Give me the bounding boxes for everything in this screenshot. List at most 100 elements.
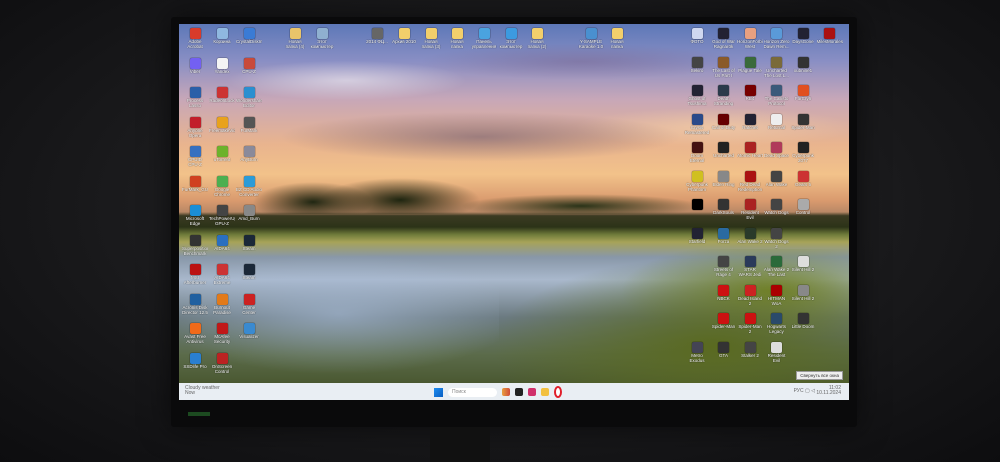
desktop-icon[interactable]: Новая папка (2) [524,28,550,49]
desktop-icon[interactable]: Amd_Burn [236,205,262,226]
desktop-icon[interactable]: CPUID CPU-Z [182,146,208,167]
desktop-icon[interactable]: TechPowerUp GPU-Z [209,205,235,226]
clock[interactable]: 11:02 10.11.2024 [816,386,841,396]
desktop-icon[interactable]: MilesMorales [817,28,843,49]
desktop-icon[interactable]: Viber [182,57,208,79]
file-explorer-icon[interactable] [541,388,549,396]
desktop-icon[interactable]: FurMark [236,116,262,138]
desktop-icon[interactable]: Dead Island 2 [737,284,763,306]
desktop-icon[interactable]: Forza [711,227,737,249]
desktop-icon[interactable]: Burnout Paradise [209,293,235,315]
desktop-icon[interactable]: Ratchet [737,113,763,135]
desktop-icon[interactable]: Anyone Opera [182,116,208,138]
app-l-icon[interactable] [515,388,523,396]
desktop-icon[interactable]: Spider-Man [790,113,816,135]
desktop-icon[interactable]: Atomic Heart [737,142,763,163]
desktop-icon[interactable]: Doom Eternal [684,142,710,163]
desktop-icon[interactable]: FreemakeVideo [209,116,235,138]
desktop-icon[interactable]: Alan Wake [764,170,790,192]
desktop-icon[interactable]: EZ CD Audio Converter [236,175,262,197]
desktop-icon[interactable]: McAfee Security [209,323,235,344]
desktop-icon[interactable]: Horizon Zero Dawn Rem... [764,28,790,49]
app-pink-icon[interactable] [528,388,536,396]
desktop-icon[interactable]: Game Center [236,293,262,315]
desktop-icon[interactable]: Hogwarts Legacy [764,313,790,334]
desktop-icon[interactable]: Returnal [764,113,790,135]
desktop-icon[interactable]: Spider-Man 2 [737,313,763,334]
desktop-icon[interactable]: CPU-Z [236,57,262,79]
desktop-icon[interactable]: Новая папка [604,28,630,49]
desktop-icon[interactable]: OnScreen Control [209,352,235,374]
desktop-icon[interactable]: Steam [236,234,262,256]
desktop-icon[interactable]: God of War Ragnarök [711,28,737,49]
desktop-icon[interactable]: CrystalDiskInfo [236,28,262,49]
desktop-icon[interactable]: HITMAN WoA [764,284,790,306]
desktop-icon[interactable]: Steam [236,264,262,285]
desktop-icon[interactable]: Watch Dogs 2 [764,227,790,249]
desktop-icon[interactable]: Plague Tale [737,56,763,78]
desktop-icon[interactable]: Wondershare Editor [236,87,262,108]
desktop-icon[interactable]: Google Chrome [209,175,235,197]
desktop-icon[interactable]: AIDA64 [209,234,235,256]
desktop-icon[interactable]: Avast Free Antivirus [182,323,208,344]
desktop-icon[interactable]: Uncharted [711,142,737,163]
desktop-icon[interactable]: Call of Duty [711,113,737,135]
desktop-icon[interactable]: Gears 5 [790,170,816,192]
desktop-icon[interactable]: Microsoft Edge [182,205,208,226]
desktop-icon[interactable]: Y-SAMPLE Karaoke 1.0 [578,28,604,49]
desktop-icon[interactable]: The Callisto Protocol [764,85,790,106]
desktop-icon[interactable]: Spider-Man [711,313,737,334]
desktop-icon[interactable]: Sekiro [684,56,710,78]
desktop-icon[interactable]: The Last of Us Part I [711,56,737,78]
desktop-icon[interactable]: RE4 [737,85,763,106]
desktop-icon[interactable]: Metro Exodus [684,341,710,363]
desktop-icon[interactable]: FurMark_GUI [182,175,208,197]
desktop-icon[interactable]: Alan Wake 2 [737,227,763,249]
desktop-icon[interactable]: STAR WARS Jedi Survivor [737,256,763,277]
desktop-icon[interactable]: uTorrent [209,146,235,167]
desktop-icon[interactable]: DarkSouls [711,199,737,220]
desktop-icon[interactable]: Корзина [209,28,235,49]
desktop-icon[interactable]: AnyBurn [236,146,262,167]
desktop-icon[interactable]: Death Stranding [711,85,737,106]
desktop-icon[interactable]: Acronis Disk Director 12.5 [182,293,208,315]
desktop-icon[interactable]: Resident Evil [737,199,763,220]
desktop-icon[interactable]: Alan Wake 2 The Last [764,256,790,277]
desktop-icon[interactable]: Elden Ring [711,170,737,192]
desktop-icon[interactable]: Streets of Rage 4 [711,256,737,277]
desktop-icon[interactable]: SSDlife Pro [182,352,208,374]
desktop-icon[interactable]: Control [790,199,816,220]
desktop-icon[interactable]: Ghost of Tsushima [684,85,710,106]
start-button[interactable] [434,387,443,397]
desktop-icon[interactable] [684,199,710,220]
desktop-icon[interactable]: Этот компьютер [498,28,524,49]
desktop-icon[interactable]: Adobe Acrobat [182,28,208,49]
desktop-icon[interactable]: Cyberpunk 2077 [790,142,816,163]
desktop-icon[interactable]: Resident Evil [764,341,790,363]
weather-widget[interactable]: Cloudy weather Now [185,386,220,396]
desktop-icon[interactable]: Stalker 2 [737,341,763,363]
language-indicator[interactable]: РУС [794,388,804,394]
desktop-icon[interactable]: Uncharted The Lost L... [764,56,790,78]
desktop-icon[interactable]: Новая папка [444,28,470,49]
opera-icon[interactable] [554,386,562,398]
desktop-icon[interactable]: Process Lasso [182,87,208,108]
desktop-icon[interactable]: MSI Afterburner [182,264,208,285]
search-box[interactable]: Поиск [448,387,497,397]
network-volume-icon[interactable]: ▢ ◁ [805,388,815,394]
desktop-icon[interactable]: Новая папка (3) [418,28,444,49]
desktop-icon[interactable]: Silent Hill 2 [790,284,816,306]
desktop-icon[interactable]: Dead Space [764,142,790,163]
desktop-icon[interactable]: HorizonForbidden West [737,28,763,49]
desktop-icon[interactable]: RadeonLock [209,87,235,108]
desktop-icon[interactable]: Cyberpunk Phantom [684,170,710,192]
desktop-icon[interactable]: GTA [711,341,737,363]
desktop-icon[interactable]: Архив 2010 [391,28,417,49]
desktop-icon[interactable]: Silent Hill 2 [790,256,816,277]
desktop-icon[interactable]: AIDA64 Extreme [209,264,235,285]
desktop-icon[interactable]: Watch Dogs [764,199,790,220]
desktop-icon[interactable]: Панель управления [471,28,497,49]
desktop-icon[interactable]: FarCry6 [790,85,816,106]
desktop-icon[interactable]: Superposition Benchmark [182,234,208,256]
desktop-icon[interactable]: xubnine1 [790,56,816,78]
